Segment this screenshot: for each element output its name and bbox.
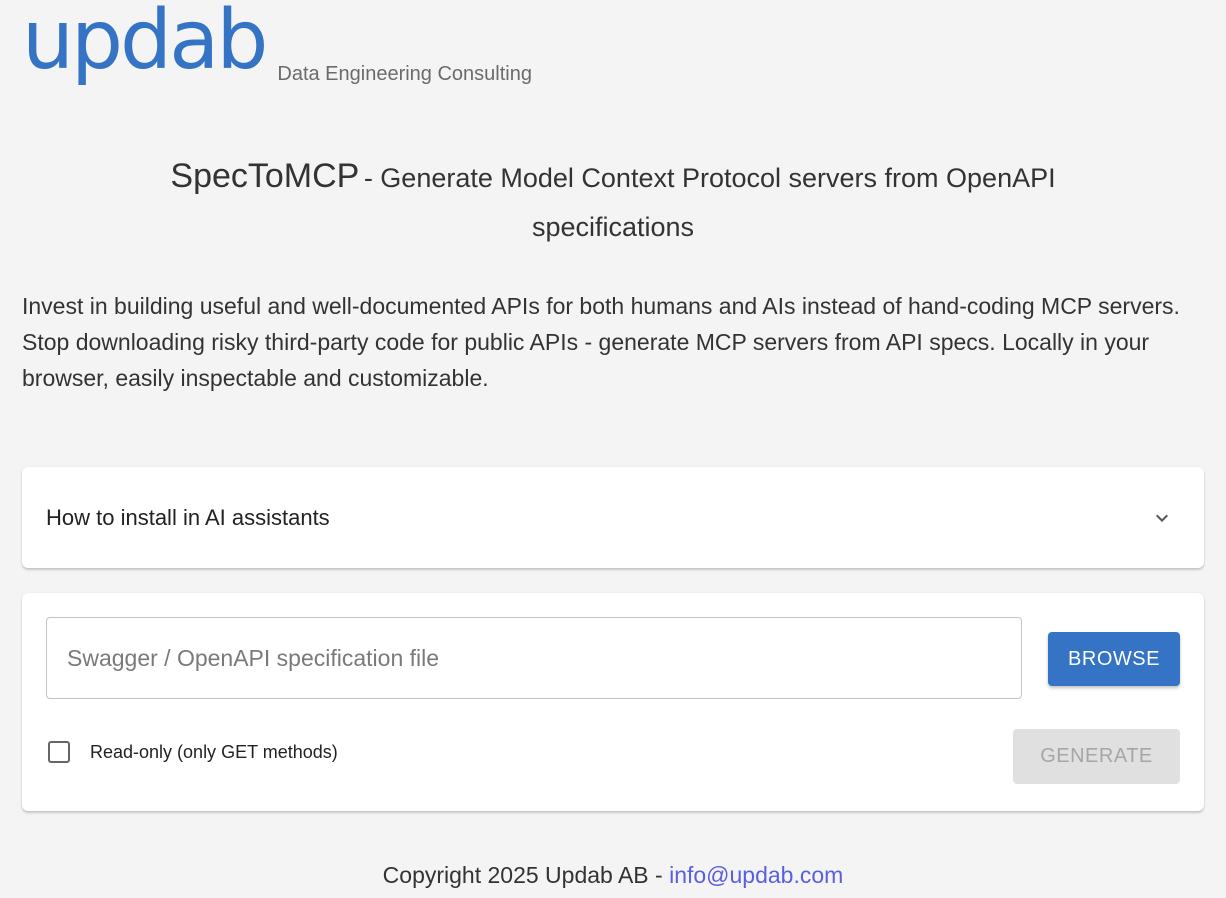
generate-button[interactable]: GENERATE (1013, 729, 1180, 784)
page-title: SpecToMCP - Generate Model Context Proto… (100, 154, 1126, 254)
updab-logo[interactable]: updab (22, 0, 268, 82)
app-name: SpecToMCP (170, 157, 360, 195)
readonly-option: Read-only (only GET methods) (46, 741, 338, 763)
browse-button[interactable]: BROWSE (1048, 632, 1180, 686)
email-link[interactable]: info@updab.com (669, 862, 843, 888)
spec-file-input[interactable]: Swagger / OpenAPI specification file (46, 617, 1022, 699)
readonly-checkbox[interactable] (48, 741, 70, 763)
intro-text: Invest in building useful and well-docum… (22, 293, 1180, 391)
accordion-title: How to install in AI assistants (46, 504, 330, 530)
copyright-text: Copyright 2025 Updab AB - (382, 862, 670, 888)
chevron-down-icon[interactable] (1142, 498, 1182, 538)
page-subtitle: - Generate Model Context Protocol server… (363, 163, 1056, 242)
tagline: Data Engineering Consulting (277, 63, 532, 85)
readonly-label[interactable]: Read-only (only GET methods) (90, 742, 338, 763)
header: updab Data Engineering Consulting (22, 0, 532, 98)
generator-form: Swagger / OpenAPI specification file BRO… (22, 593, 1204, 811)
footer: Copyright 2025 Updab AB - info@updab.com (0, 862, 1226, 889)
install-accordion[interactable]: How to install in AI assistants (22, 467, 1204, 568)
